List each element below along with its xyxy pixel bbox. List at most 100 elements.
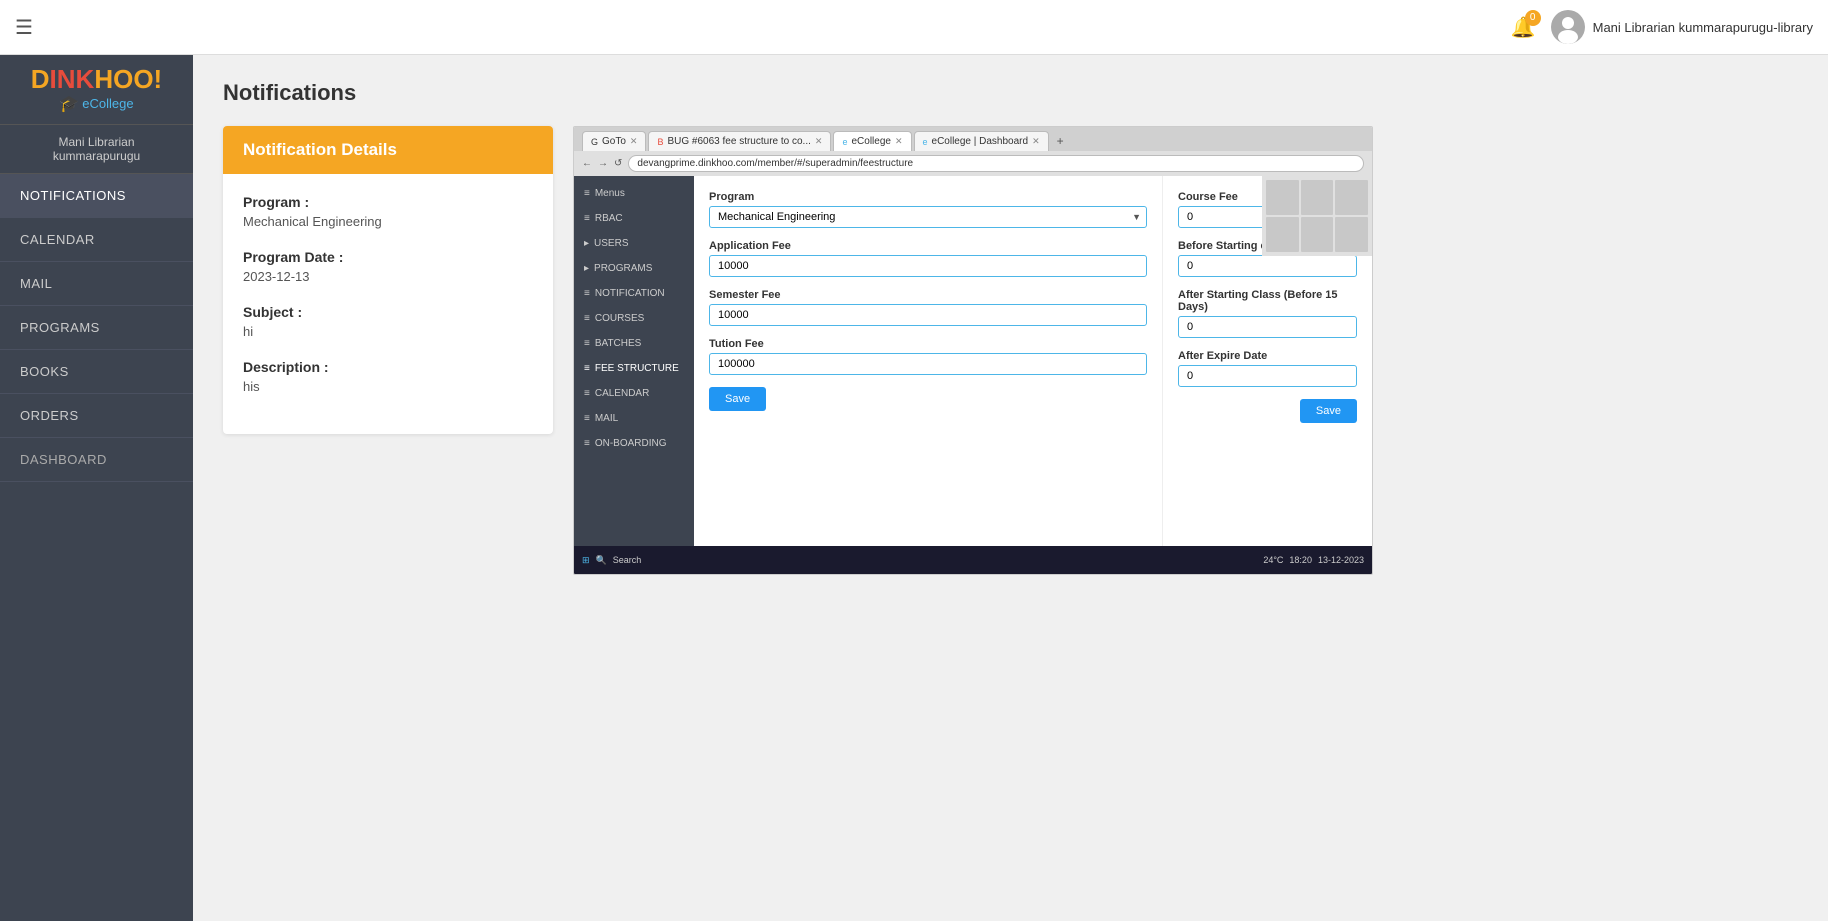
inner-sidebar-mail[interactable]: ≡MAIL xyxy=(574,406,694,431)
notification-badge: 0 xyxy=(1525,10,1541,26)
inner-sidebar-onboarding[interactable]: ≡ON-BOARDING xyxy=(574,431,694,456)
page-title: Notifications xyxy=(223,80,1798,106)
new-tab-icon[interactable]: + xyxy=(1051,132,1070,150)
tab-favicon: e xyxy=(842,137,847,147)
after-expire-input[interactable] xyxy=(1178,365,1357,387)
inner-sidebar-programs[interactable]: ▸PROGRAMS xyxy=(574,256,694,281)
sidebar-username: Mani Librarian kummarapurugu xyxy=(0,125,193,174)
tab-close-icon[interactable]: ✕ xyxy=(895,136,903,147)
user-info: Mani Librarian kummarapurugu-library xyxy=(1551,10,1813,44)
tab-close-icon[interactable]: ✕ xyxy=(815,136,823,147)
inner-sidebar: ≡Menus ≡RBAC ▸USERS ▸PROGRAMS xyxy=(574,176,694,546)
inner-sidebar-rbac[interactable]: ≡RBAC xyxy=(574,206,694,231)
date-display: 13-12-2023 xyxy=(1318,555,1364,565)
logo-ecollege: 🎓 eCollege xyxy=(59,94,133,114)
menu-toggle-icon[interactable]: ☰ xyxy=(15,15,33,40)
browser-tab-bug[interactable]: B BUG #6063 fee structure to co... ✕ xyxy=(648,131,831,151)
description-label: Description : xyxy=(243,359,533,375)
content-body: Notification Details Program : Mechanica… xyxy=(223,126,1798,575)
inner-sidebar-calendar[interactable]: ≡CALENDAR xyxy=(574,381,694,406)
logo-hoo: HOO! xyxy=(94,64,162,94)
grid-cell-6 xyxy=(1335,217,1368,252)
graduation-hat-icon: 🎓 xyxy=(59,94,79,114)
browser-tab-dashboard[interactable]: e eCollege | Dashboard ✕ xyxy=(914,131,1049,151)
navbar-right: 🔔 0 Mani Librarian kummarapurugu-library xyxy=(1511,10,1813,44)
semester-fee-label: Semester Fee xyxy=(709,289,1147,301)
grid-cell-1 xyxy=(1266,180,1299,215)
date-label: Program Date : xyxy=(243,249,533,265)
reload-icon[interactable]: ↺ xyxy=(614,158,622,169)
program-select-wrapper: Mechanical Engineering ▼ xyxy=(709,206,1147,228)
inner-sidebar-notification[interactable]: ≡NOTIFICATION xyxy=(574,281,694,306)
program-select[interactable]: Mechanical Engineering xyxy=(709,206,1147,228)
windows-icon[interactable]: ⊞ xyxy=(582,555,590,566)
sidebar-item-mail[interactable]: MAIL xyxy=(0,262,193,306)
tuition-fee-label: Tution Fee xyxy=(709,338,1147,350)
inner-sidebar-fee-structure[interactable]: ≡FEE STRUCTURE xyxy=(574,356,694,381)
back-icon[interactable]: ← xyxy=(582,158,592,169)
logo-d: D xyxy=(31,64,50,94)
sidebar-item-orders[interactable]: ORDERS xyxy=(0,394,193,438)
sidebar-item-programs[interactable]: PROGRAMS xyxy=(0,306,193,350)
content-area: Notifications Notification Details Progr… xyxy=(193,55,1828,921)
tab-close-icon[interactable]: ✕ xyxy=(630,136,638,147)
sidebar-item-books[interactable]: BOOKS xyxy=(0,350,193,394)
after-expire-label: After Expire Date xyxy=(1178,350,1357,362)
fee-form-save-button[interactable]: Save xyxy=(709,387,766,411)
inner-sidebar-batches[interactable]: ≡BATCHES xyxy=(574,331,694,356)
tab-favicon: e xyxy=(923,137,928,147)
browser-tab-bar: G GoTo ✕ B BUG #6063 fee structure to co… xyxy=(574,127,1372,151)
browser-tab-goto[interactable]: G GoTo ✕ xyxy=(582,131,646,151)
sidebar-item-notifications[interactable]: NOTIFICATIONS xyxy=(0,174,193,218)
tab-close-icon[interactable]: ✕ xyxy=(1032,136,1040,147)
sidebar-item-calendar[interactable]: CALENDAR xyxy=(0,218,193,262)
grid-cell-5 xyxy=(1301,217,1334,252)
avatar xyxy=(1551,10,1585,44)
date-row: Program Date : 2023-12-13 xyxy=(243,249,533,284)
inner-app: ≡Menus ≡RBAC ▸USERS ▸PROGRAMS xyxy=(574,176,1372,546)
form-group-semester-fee: Semester Fee xyxy=(709,289,1147,326)
sidebar-item-dashboard[interactable]: Dashboard xyxy=(0,438,193,482)
semester-fee-input[interactable] xyxy=(709,304,1147,326)
main-layout: DINKHOO! 🎓 eCollege Mani Librarian kumma… xyxy=(0,55,1828,921)
screenshot-container: G GoTo ✕ B BUG #6063 fee structure to co… xyxy=(573,126,1373,575)
window-controls-overlay xyxy=(1262,176,1372,256)
forward-icon[interactable]: → xyxy=(598,158,608,169)
inner-content-body: Program Mechanical Engineering ▼ xyxy=(694,176,1372,546)
date-value: 2023-12-13 xyxy=(243,269,533,284)
tab-label: eCollege xyxy=(851,136,890,147)
logo-brand: DINKHOO! xyxy=(31,65,162,94)
description-value: his xyxy=(243,379,533,394)
fee-form-right-save-button[interactable]: Save xyxy=(1300,399,1357,423)
subject-label: Subject : xyxy=(243,304,533,320)
program-row: Program : Mechanical Engineering xyxy=(243,194,533,229)
navbar: ☰ 🔔 0 Mani Librarian kummarapurugu-libra… xyxy=(0,0,1828,55)
tab-favicon: G xyxy=(591,137,598,147)
browser-address-bar: ← → ↺ devangprime.dinkhoo.com/member/#/s… xyxy=(574,151,1372,176)
grid-cell-2 xyxy=(1301,180,1334,215)
subject-row: Subject : hi xyxy=(243,304,533,339)
address-input[interactable]: devangprime.dinkhoo.com/member/#/superad… xyxy=(628,155,1364,172)
inner-sidebar-courses[interactable]: ≡COURSES xyxy=(574,306,694,331)
form-group-after-starting: After Starting Class (Before 15 Days) xyxy=(1178,289,1357,338)
notification-details-card: Notification Details Program : Mechanica… xyxy=(223,126,553,434)
tab-label: eCollege | Dashboard xyxy=(932,136,1029,147)
notification-card-body: Program : Mechanical Engineering Program… xyxy=(223,174,553,434)
form-group-tuition-fee: Tution Fee xyxy=(709,338,1147,375)
sidebar-nav: NOTIFICATIONS CALENDAR MAIL PROGRAMS BOO… xyxy=(0,174,193,921)
before-starting-input[interactable] xyxy=(1178,255,1357,277)
description-row: Description : his xyxy=(243,359,533,394)
tuition-fee-input[interactable] xyxy=(709,353,1147,375)
inner-sidebar-users[interactable]: ▸USERS xyxy=(574,231,694,256)
user-name: Mani Librarian kummarapurugu-library xyxy=(1593,20,1813,35)
grid-cell-4 xyxy=(1266,217,1299,252)
browser-tab-ecollege[interactable]: e eCollege ✕ xyxy=(833,131,911,151)
notification-bell[interactable]: 🔔 0 xyxy=(1511,15,1536,40)
form-group-app-fee: Application Fee xyxy=(709,240,1147,277)
sidebar: DINKHOO! 🎓 eCollege Mani Librarian kumma… xyxy=(0,55,193,921)
program-field-label: Program xyxy=(709,191,1147,203)
app-fee-input[interactable] xyxy=(709,255,1147,277)
after-starting-input[interactable] xyxy=(1178,316,1357,338)
inner-sidebar-menus[interactable]: ≡Menus xyxy=(574,181,694,206)
ecollege-text: eCollege xyxy=(82,96,133,111)
